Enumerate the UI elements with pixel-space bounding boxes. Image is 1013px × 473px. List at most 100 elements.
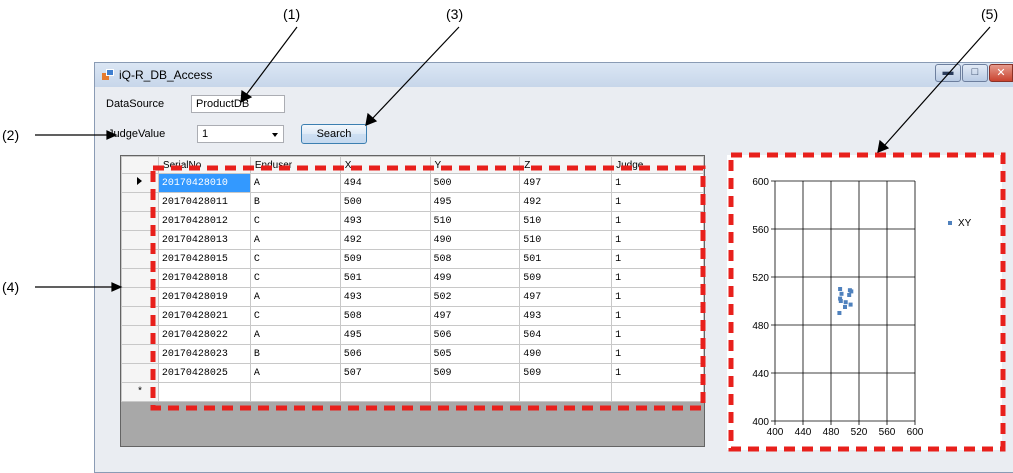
table-cell[interactable]: 510 xyxy=(519,230,613,250)
table-cell[interactable]: 509 xyxy=(429,363,521,383)
row-header[interactable] xyxy=(121,173,159,193)
table-cell[interactable]: 1 xyxy=(611,344,704,364)
table-cell[interactable]: 506 xyxy=(339,344,431,364)
column-header[interactable]: SerialNo xyxy=(157,156,251,174)
table-cell[interactable]: 510 xyxy=(429,211,521,231)
table-cell[interactable]: C xyxy=(249,306,341,326)
row-header[interactable] xyxy=(121,344,159,364)
row-header[interactable] xyxy=(121,325,159,345)
title-bar[interactable]: iQ-R_DB_Access ▬ □ ✕ xyxy=(95,63,1013,87)
row-header[interactable] xyxy=(121,249,159,269)
table-cell[interactable]: 1 xyxy=(611,306,704,326)
table-cell[interactable]: C xyxy=(249,211,341,231)
row-header[interactable] xyxy=(121,363,159,383)
table-cell[interactable]: 1 xyxy=(611,192,704,212)
table-cell[interactable]: 509 xyxy=(519,268,613,288)
table-cell[interactable]: B xyxy=(249,192,341,212)
table-cell[interactable] xyxy=(611,382,704,402)
table-cell[interactable]: 495 xyxy=(339,325,431,345)
minimize-button[interactable]: ▬ xyxy=(935,64,961,82)
table-row[interactable]: 20170428025 A 507 509 509 1 xyxy=(121,363,704,383)
table-cell[interactable]: 20170428021 xyxy=(157,306,251,326)
table-cell[interactable]: 504 xyxy=(519,325,613,345)
table-cell[interactable]: 495 xyxy=(429,192,521,212)
table-cell[interactable]: 20170428010 xyxy=(157,173,251,193)
row-header[interactable] xyxy=(121,287,159,307)
table-cell[interactable]: 497 xyxy=(429,306,521,326)
column-header[interactable]: Enduser xyxy=(249,156,341,174)
data-grid[interactable]: SerialNo Enduser X Y Z Judge 20170428010 A 494 5… xyxy=(120,155,705,447)
table-cell[interactable]: 1 xyxy=(611,363,704,383)
table-cell[interactable]: 1 xyxy=(611,211,704,231)
table-cell[interactable]: 497 xyxy=(519,173,613,193)
table-cell[interactable]: 493 xyxy=(339,287,431,307)
table-cell[interactable]: 501 xyxy=(519,249,613,269)
table-row[interactable]: 20170428021 C 508 497 493 1 xyxy=(121,306,704,326)
close-button[interactable]: ✕ xyxy=(989,64,1013,82)
table-cell[interactable]: A xyxy=(249,173,341,193)
table-cell[interactable]: 502 xyxy=(429,287,521,307)
table-cell[interactable]: A xyxy=(249,230,341,250)
table-cell[interactable]: 510 xyxy=(519,211,613,231)
table-cell[interactable]: 1 xyxy=(611,325,704,345)
table-cell[interactable]: 1 xyxy=(611,268,704,288)
table-cell[interactable]: 20170428022 xyxy=(157,325,251,345)
row-header[interactable] xyxy=(121,192,159,212)
table-cell[interactable]: 509 xyxy=(339,249,431,269)
table-cell[interactable]: 497 xyxy=(519,287,613,307)
table-row[interactable]: 20170428022 A 495 506 504 1 xyxy=(121,325,704,345)
column-header[interactable]: Judge xyxy=(611,156,704,174)
table-cell[interactable]: 492 xyxy=(519,192,613,212)
row-header[interactable] xyxy=(121,211,159,231)
table-cell[interactable]: 20170428011 xyxy=(157,192,251,212)
table-cell[interactable]: B xyxy=(249,344,341,364)
table-cell[interactable]: 499 xyxy=(429,268,521,288)
search-button[interactable]: Search xyxy=(301,124,367,144)
table-row[interactable]: 20170428018 C 501 499 509 1 xyxy=(121,268,704,288)
table-cell[interactable]: 494 xyxy=(339,173,431,193)
table-cell[interactable]: 493 xyxy=(339,211,431,231)
column-header[interactable]: X xyxy=(339,156,431,174)
table-cell[interactable]: 20170428013 xyxy=(157,230,251,250)
table-row[interactable]: 20170428011 B 500 495 492 1 xyxy=(121,192,704,212)
table-cell[interactable]: C xyxy=(249,249,341,269)
table-cell[interactable]: 500 xyxy=(339,192,431,212)
table-cell[interactable]: 1 xyxy=(611,173,704,193)
table-cell[interactable]: 20170428023 xyxy=(157,344,251,364)
table-cell[interactable]: 20170428012 xyxy=(157,211,251,231)
maximize-button[interactable]: □ xyxy=(962,64,988,82)
table-cell[interactable]: 493 xyxy=(519,306,613,326)
table-row[interactable]: 20170428010 A 494 500 497 1 xyxy=(121,173,704,193)
table-cell[interactable]: 20170428025 xyxy=(157,363,251,383)
table-cell[interactable]: C xyxy=(249,268,341,288)
table-cell[interactable]: 490 xyxy=(429,230,521,250)
table-cell[interactable] xyxy=(429,382,521,402)
column-header[interactable]: Z xyxy=(519,156,613,174)
table-row[interactable]: 20170428013 A 492 490 510 1 xyxy=(121,230,704,250)
new-row[interactable]: * xyxy=(121,382,704,402)
table-cell[interactable]: 508 xyxy=(339,306,431,326)
table-cell[interactable]: 506 xyxy=(429,325,521,345)
row-header[interactable] xyxy=(121,306,159,326)
table-cell[interactable]: 20170428015 xyxy=(157,249,251,269)
table-cell[interactable]: 490 xyxy=(519,344,613,364)
table-cell[interactable]: A xyxy=(249,363,341,383)
table-row[interactable]: 20170428012 C 493 510 510 1 xyxy=(121,211,704,231)
row-header[interactable] xyxy=(121,230,159,250)
table-cell[interactable]: 1 xyxy=(611,287,704,307)
table-cell[interactable]: A xyxy=(249,287,341,307)
row-header-corner[interactable] xyxy=(121,156,159,174)
table-cell[interactable]: 509 xyxy=(519,363,613,383)
table-cell[interactable]: 492 xyxy=(339,230,431,250)
table-cell[interactable]: 500 xyxy=(429,173,521,193)
table-cell[interactable]: 501 xyxy=(339,268,431,288)
table-cell[interactable] xyxy=(249,382,341,402)
column-header[interactable]: Y xyxy=(429,156,521,174)
table-cell[interactable] xyxy=(157,382,251,402)
table-cell[interactable]: A xyxy=(249,325,341,345)
table-cell[interactable]: 1 xyxy=(611,230,704,250)
table-cell[interactable] xyxy=(519,382,613,402)
table-cell[interactable]: 20170428019 xyxy=(157,287,251,307)
datasource-field[interactable]: ProductDB xyxy=(191,95,285,113)
table-row[interactable]: 20170428023 B 506 505 490 1 xyxy=(121,344,704,364)
